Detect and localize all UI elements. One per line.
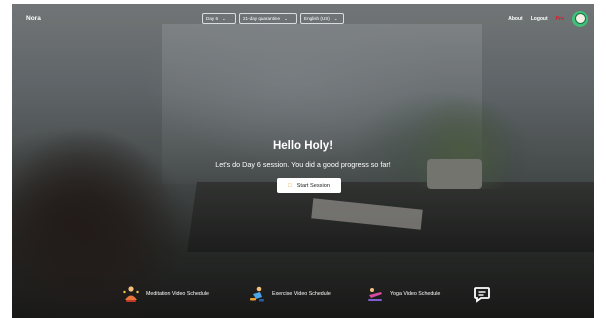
chevron-down-icon: ⌄ [222, 15, 226, 21]
greeting-subtitle: Let's do Day 6 session. You did a good p… [215, 160, 391, 169]
yoga-icon [368, 288, 382, 301]
program-select[interactable]: 21-day quarantine ⌄ [239, 13, 297, 24]
meditation-schedule-label: Meditation Video Schedule [146, 291, 209, 297]
start-session-label: Start Session [296, 182, 330, 189]
nav-logout[interactable]: Logout [531, 16, 548, 22]
language-select[interactable]: English (US) ⌄ [300, 13, 344, 24]
meditation-schedule-link[interactable]: Meditation Video Schedule [122, 285, 209, 303]
chat-icon [474, 287, 490, 303]
nav-about[interactable]: About [508, 16, 522, 22]
program-select-value: 21-day quarantine [243, 16, 281, 21]
start-session-button[interactable]: □ Start Session [277, 178, 341, 193]
greeting-title: Hello Holy! [272, 140, 334, 152]
yoga-schedule-label: Yoga Video Schedule [390, 291, 441, 297]
schedule-bar: Meditation Video Schedule Exercise Video… [12, 285, 594, 305]
exercise-icon [250, 286, 264, 302]
hero-background: Nora Day 6 ⌄ 21-day quarantine ⌄ English… [12, 4, 594, 318]
avatar-face-icon [574, 13, 586, 24]
top-nav: About Logout Pro [508, 10, 594, 27]
meditation-icon [123, 286, 139, 302]
day-select-value: Day 6 [206, 16, 219, 21]
exercise-schedule-link[interactable]: Exercise Video Schedule [248, 285, 331, 303]
yoga-schedule-link[interactable]: Yoga Video Schedule [366, 285, 440, 303]
message-icon: □ [288, 182, 292, 189]
chat-button[interactable] [473, 285, 491, 303]
exercise-schedule-label: Exercise Video Schedule [272, 291, 331, 297]
day-select[interactable]: Day 6 ⌄ [202, 13, 236, 24]
chevron-down-icon: ⌄ [284, 15, 288, 21]
avatar[interactable] [572, 10, 588, 27]
top-bar: Nora Day 6 ⌄ 21-day quarantine ⌄ English… [12, 4, 594, 32]
session-controls: Day 6 ⌄ 21-day quarantine ⌄ English (US)… [202, 13, 344, 24]
nav-pro[interactable]: Pro [556, 16, 564, 22]
language-select-value: English (US) [304, 16, 330, 21]
chevron-down-icon: ⌄ [333, 15, 338, 21]
brand-logo[interactable]: Nora [26, 15, 41, 22]
